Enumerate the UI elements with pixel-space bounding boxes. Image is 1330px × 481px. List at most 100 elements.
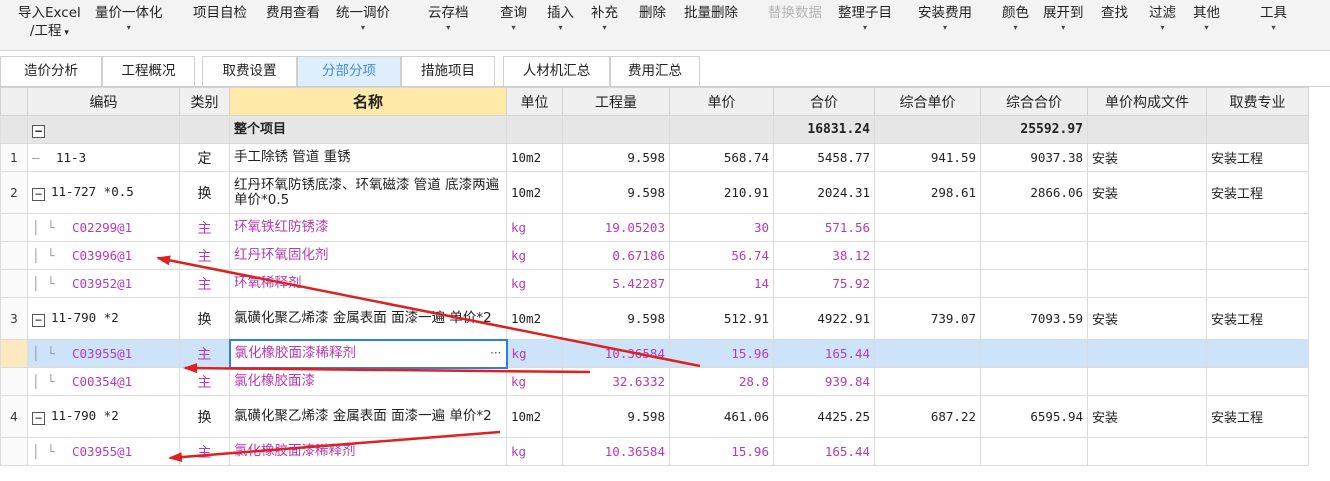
comp-total-cell[interactable]: 6595.94	[980, 395, 1088, 438]
tab-measures[interactable]: 措施项目	[401, 56, 495, 86]
qty-cell[interactable]: 0.67186	[562, 241, 670, 270]
unit-cell[interactable]: 10m2	[506, 395, 563, 438]
spec-cell[interactable]	[1206, 367, 1309, 396]
qty-cell[interactable]	[562, 115, 670, 144]
table-row[interactable]: 4−11-790 *2 换氯磺化聚乙烯漆 金属表面 面漆一遍 单价*2 10m2 9.…	[0, 395, 1309, 438]
spec-cell[interactable]	[1206, 437, 1309, 466]
type-cell[interactable]: 主	[179, 367, 230, 396]
qty-cell[interactable]: 10.36584	[562, 339, 670, 368]
col-header-code[interactable]: 编码	[27, 87, 180, 116]
col-header-file[interactable]: 单价构成文件	[1087, 87, 1207, 116]
unit-cell[interactable]: 10m2	[506, 171, 563, 214]
unit-cell[interactable]: kg	[506, 241, 563, 270]
query-button[interactable]: 查询 ▾	[500, 4, 527, 48]
supplement-button[interactable]: 补充 ▾	[591, 4, 618, 48]
comp-price-cell[interactable]	[874, 367, 981, 396]
table-row[interactable]: 2−11-727 *0.5 换红丹环氧防锈底漆、环氧磁漆 管道 底漆两遍 单价*0…	[0, 171, 1309, 214]
file-cell[interactable]	[1087, 213, 1207, 242]
qty-cell[interactable]: 5.42287	[562, 269, 670, 298]
unit-cell[interactable]: 10m2	[506, 143, 563, 172]
total-cell[interactable]: 165.44	[773, 339, 875, 368]
file-cell[interactable]	[1087, 339, 1207, 368]
qty-cell[interactable]: 9.598	[562, 143, 670, 172]
table-row[interactable]: 3−11-790 *2 换氯磺化聚乙烯漆 金属表面 面漆一遍 单价*2 10m2 9.…	[0, 297, 1309, 340]
name-cell[interactable]: 手工除锈 管道 重锈	[229, 143, 507, 172]
col-header-price[interactable]: 单价	[669, 87, 774, 116]
qty-cell[interactable]: 9.598	[562, 395, 670, 438]
qty-cell[interactable]: 32.6332	[562, 367, 670, 396]
name-cell[interactable]: 环氧铁红防锈漆	[229, 213, 507, 242]
qty-cell[interactable]: 9.598	[562, 171, 670, 214]
comp-total-cell[interactable]	[980, 367, 1088, 396]
price-integration-button[interactable]: 量价一体化 ▾	[95, 4, 163, 48]
code-cell[interactable]: │ └ C03996@1	[27, 241, 180, 270]
total-cell[interactable]: 2024.31	[773, 171, 875, 214]
col-header-total[interactable]: 合价	[773, 87, 875, 116]
total-cell[interactable]: 4425.25	[773, 395, 875, 438]
comp-price-cell[interactable]: 298.61	[874, 171, 981, 214]
collapse-toggle-icon[interactable]: −	[32, 188, 45, 201]
spec-cell[interactable]	[1206, 339, 1309, 368]
collapse-toggle-icon[interactable]: −	[32, 412, 45, 425]
comp-total-cell[interactable]	[980, 241, 1088, 270]
code-cell[interactable]: — 11-3	[27, 143, 180, 172]
total-cell[interactable]: 75.92	[773, 269, 875, 298]
code-cell[interactable]: │ └ C03952@1	[27, 269, 180, 298]
col-header-type[interactable]: 类别	[179, 87, 230, 116]
spec-cell[interactable]	[1206, 269, 1309, 298]
name-cell[interactable]: 红丹环氧防锈底漆、环氧磁漆 管道 底漆两遍 单价*0.5	[229, 171, 507, 214]
unit-cell[interactable]: kg	[506, 339, 563, 368]
file-cell[interactable]: 安装	[1087, 171, 1207, 214]
organize-items-button[interactable]: 整理子目 ▾	[838, 4, 892, 48]
name-cell[interactable]: 氯化橡胶面漆	[229, 367, 507, 396]
install-costs-button[interactable]: 安装费用 ▾	[918, 4, 972, 48]
qty-cell[interactable]: 10.36584	[562, 437, 670, 466]
spec-cell[interactable]	[1206, 241, 1309, 270]
more-options-icon[interactable]: ···	[490, 346, 501, 361]
file-cell[interactable]	[1087, 367, 1207, 396]
comp-total-cell[interactable]: 25592.97	[980, 115, 1088, 144]
comp-price-cell[interactable]	[874, 213, 981, 242]
code-cell[interactable]: │ └ C03955@1	[27, 339, 180, 368]
spec-cell[interactable]	[1206, 115, 1309, 144]
type-cell[interactable]: 换	[179, 395, 230, 438]
project-check-button[interactable]: 项目自检	[193, 4, 247, 48]
name-cell[interactable]: 红丹环氧固化剂	[229, 241, 507, 270]
table-row[interactable]: 1—11-3 定手工除锈 管道 重锈 10m2 9.598 568.74 5458.77 9…	[0, 143, 1309, 172]
total-cell[interactable]: 16831.24	[773, 115, 875, 144]
file-cell[interactable]: 安装	[1087, 143, 1207, 172]
price-cell[interactable]: 568.74	[669, 143, 774, 172]
name-cell[interactable]: 整个项目	[229, 115, 507, 144]
spec-cell[interactable]: 安装工程	[1206, 297, 1309, 340]
comp-total-cell[interactable]: 9037.38	[980, 143, 1088, 172]
comp-total-cell[interactable]	[980, 269, 1088, 298]
col-header-name[interactable]: 名称	[229, 87, 507, 116]
unit-cell[interactable]: kg	[506, 367, 563, 396]
unit-cell[interactable]: kg	[506, 437, 563, 466]
total-cell[interactable]: 5458.77	[773, 143, 875, 172]
total-row[interactable]: − 整个项目 16831.24 25592.97	[0, 115, 1309, 144]
name-cell[interactable]: 氯磺化聚乙烯漆 金属表面 面漆一遍 单价*2	[229, 395, 507, 438]
code-cell[interactable]: │ └ C02299@1	[27, 213, 180, 242]
name-cell[interactable]: 环氧稀释剂	[229, 269, 507, 298]
material-row[interactable]: │ └ C03955@1 主 ··· 氯化橡胶面漆稀释剂 kg 10.36584 15.96 1…	[0, 338, 1309, 369]
qty-cell[interactable]: 19.05203	[562, 213, 670, 242]
collapse-toggle-icon[interactable]: −	[32, 124, 45, 138]
file-cell[interactable]	[1087, 269, 1207, 298]
tab-cost-analysis[interactable]: 造价分析	[0, 56, 102, 86]
col-header-comp-price[interactable]: 综合单价	[874, 87, 981, 116]
type-cell[interactable]: 定	[179, 143, 230, 172]
comp-price-cell[interactable]: 739.07	[874, 297, 981, 340]
type-cell[interactable]: 主	[179, 213, 230, 242]
file-cell[interactable]	[1087, 241, 1207, 270]
comp-price-cell[interactable]: 941.59	[874, 143, 981, 172]
spec-cell[interactable]: 安装工程	[1206, 143, 1309, 172]
view-costs-button[interactable]: 费用查看	[266, 4, 320, 48]
cloud-archive-button[interactable]: 云存档 ▾	[428, 4, 469, 48]
price-cell[interactable]: 15.96	[669, 437, 774, 466]
file-cell[interactable]	[1087, 437, 1207, 466]
filter-button[interactable]: 过滤 ▾	[1149, 4, 1176, 48]
delete-button[interactable]: 删除	[639, 4, 666, 48]
price-cell[interactable]: 28.8	[669, 367, 774, 396]
name-cell[interactable]: 氯化橡胶面漆稀释剂	[229, 437, 507, 466]
